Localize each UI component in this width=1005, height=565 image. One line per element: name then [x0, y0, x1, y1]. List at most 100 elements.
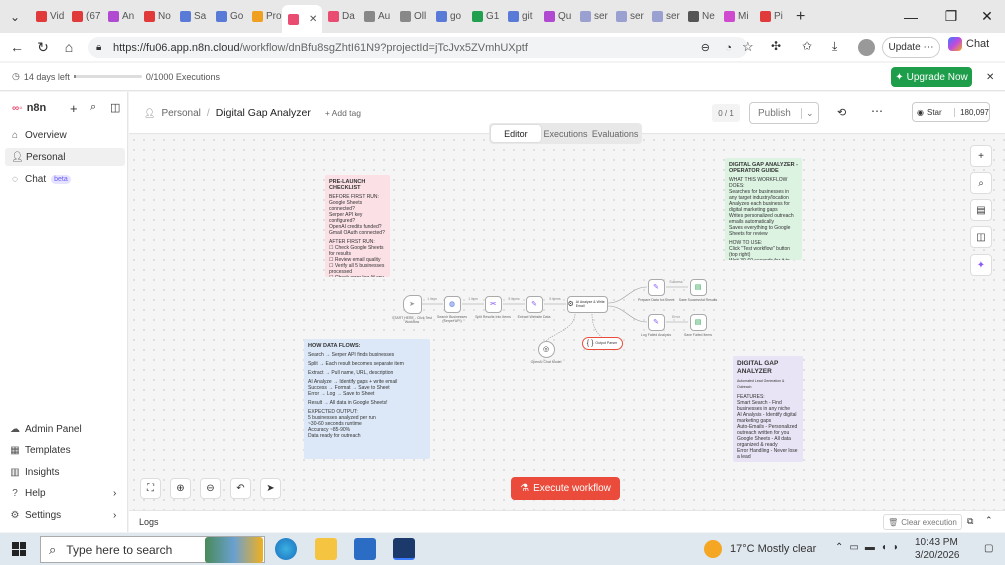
search-highlight-image[interactable]: [205, 537, 263, 563]
panel-icon[interactable]: ◫: [970, 226, 992, 248]
more-options-icon[interactable]: ⋯: [871, 104, 883, 118]
minimize-button[interactable]: —: [891, 0, 931, 33]
expand-logs-icon[interactable]: ⌃: [985, 515, 993, 526]
browser-tab[interactable]: git: [502, 5, 538, 29]
app-icon[interactable]: [393, 538, 415, 560]
update-button[interactable]: Update ⋯: [882, 37, 940, 58]
new-tab-button[interactable]: +: [796, 8, 805, 26]
favorite-star-icon[interactable]: ☆: [742, 39, 754, 55]
extensions-icon[interactable]: ✣: [771, 39, 781, 53]
downloads-icon[interactable]: ⤓: [832, 39, 837, 54]
browser-tab[interactable]: Go: [210, 5, 246, 29]
workflow-node[interactable]: ➤: [402, 294, 422, 314]
browser-tab[interactable]: Sa: [174, 5, 210, 29]
workflow-node[interactable]: ✎: [525, 295, 543, 313]
workflow-node[interactable]: { } Output Parser: [581, 336, 623, 350]
browser-tab[interactable]: ✕: [282, 5, 322, 33]
browser-tab[interactable]: An: [102, 5, 138, 29]
workflow-node[interactable]: ▤: [689, 278, 707, 296]
browser-tab[interactable]: Da: [322, 5, 358, 29]
add-icon[interactable]: +: [70, 101, 78, 116]
workflow-name[interactable]: Digital Gap Analyzer: [216, 107, 311, 119]
browser-tab[interactable]: Mi: [718, 5, 754, 29]
copilot-chat-button[interactable]: Chat: [948, 37, 989, 51]
sidebar-item-templates[interactable]: ▦ Templates: [10, 442, 70, 460]
fit-view-icon[interactable]: ⛶: [140, 478, 161, 499]
search-icon[interactable]: ⌕: [90, 101, 96, 114]
browser-tab[interactable]: No: [138, 5, 174, 29]
add-node-icon[interactable]: +: [970, 145, 992, 167]
weather-icon[interactable]: [704, 540, 722, 558]
sidebar-item-help[interactable]: ? Help ›: [10, 485, 116, 503]
sticky-note-icon[interactable]: ▤: [970, 199, 992, 221]
back-button[interactable]: ←: [4, 39, 30, 55]
store-icon[interactable]: [354, 538, 376, 560]
browser-tab[interactable]: ser: [574, 5, 610, 29]
browser-tab[interactable]: ser: [610, 5, 646, 29]
clock-date[interactable]: 3/20/2026: [915, 550, 960, 561]
history-icon[interactable]: ⟲: [837, 106, 846, 119]
sticky-analyzer[interactable]: DIGITAL GAP ANALYZER Automated Lead Gene…: [733, 356, 803, 462]
browser-tab[interactable]: Au: [358, 5, 394, 29]
version-indicator[interactable]: 0 / 1: [712, 104, 740, 122]
browser-tab[interactable]: Pi: [754, 5, 790, 29]
select-tool-icon[interactable]: ➤: [260, 478, 281, 499]
restore-button[interactable]: ❐: [931, 0, 971, 33]
zoom-in-icon[interactable]: ⊕: [170, 478, 191, 499]
publish-chevron-icon[interactable]: ⌄: [800, 107, 818, 119]
execute-workflow-button[interactable]: ⚗︎ Execute workflow: [511, 477, 620, 500]
sticky-dataflow[interactable]: HOW DATA FLOWS: Search → Serper API find…: [304, 339, 430, 459]
profile-avatar[interactable]: [858, 39, 875, 56]
reader-icon[interactable]: ◔: [725, 42, 732, 54]
windows-start-icon[interactable]: [12, 542, 26, 556]
close-banner-icon[interactable]: ✕: [986, 72, 994, 83]
tab-executions[interactable]: Executions: [541, 125, 591, 142]
browser-tab[interactable]: ser: [646, 5, 682, 29]
sticky-guide[interactable]: DIGITAL GAP ANALYZER - OPERATOR GUIDE WH…: [725, 158, 802, 260]
sidebar-item-settings[interactable]: ⚙︎ Settings ›: [10, 506, 117, 524]
publish-button[interactable]: Publish ⌄: [749, 102, 819, 124]
weather-text[interactable]: 17°C Mostly clear: [730, 543, 816, 555]
tab-editor[interactable]: Editor: [491, 125, 541, 142]
sidebar-item-insights[interactable]: ▥ Insights: [10, 463, 59, 481]
edge-icon[interactable]: [275, 538, 297, 560]
workflow-node[interactable]: ✎: [647, 278, 665, 296]
sidebar-item-personal[interactable]: 👤︎ Personal: [5, 148, 125, 166]
browser-tab[interactable]: Pro: [246, 5, 282, 29]
sticky-checklist[interactable]: PRE-LAUNCH CHECKLIST BEFORE FIRST RUN: Go…: [325, 175, 390, 277]
clock-time[interactable]: 10:43 PM: [915, 537, 958, 548]
close-tab-icon[interactable]: ✕: [309, 14, 317, 25]
workflow-node[interactable]: ⚙︎ AI Analyze & Write Email: [566, 295, 608, 313]
tab-evaluations[interactable]: Evaluations: [590, 125, 640, 142]
refresh-button[interactable]: ↻: [30, 39, 56, 56]
workflow-node[interactable]: ⫘: [484, 295, 502, 313]
browser-tab[interactable]: Oll: [394, 5, 430, 29]
zoom-icon[interactable]: ⊖: [701, 41, 710, 54]
logs-bar[interactable]: Logs 🗑︎ Clear execution ⧉ ⌃: [129, 510, 1005, 532]
github-star-button[interactable]: ◉ Star 180,097: [912, 102, 990, 122]
logs-title[interactable]: Logs: [139, 517, 159, 527]
sidebar-item-overview[interactable]: ⌂ Overview: [10, 126, 67, 144]
browser-tab[interactable]: (67: [66, 5, 102, 29]
clear-execution-button[interactable]: 🗑︎ Clear execution: [883, 514, 962, 530]
tab-actions-chevron-icon[interactable]: ⌄: [0, 10, 30, 24]
workflow-node[interactable]: ▤: [689, 313, 707, 331]
canvas-search-icon[interactable]: ⌕: [970, 172, 992, 194]
url-input[interactable]: 🔒︎ https://fu06.app.n8n.cloud/workflow/d…: [88, 37, 748, 58]
undo-icon[interactable]: ↶: [230, 478, 251, 499]
browser-tab[interactable]: Ne: [682, 5, 718, 29]
browser-tab[interactable]: Vid: [30, 5, 66, 29]
browser-tab[interactable]: go: [430, 5, 466, 29]
sidebar-item-chat[interactable]: ◌ Chat beta: [10, 170, 71, 188]
notification-icon[interactable]: ▢: [984, 543, 993, 554]
popout-icon[interactable]: ⧉: [967, 516, 973, 527]
sidebar-item-admin-panel[interactable]: ☁︎ Admin Panel: [10, 420, 82, 438]
add-tag-link[interactable]: + Add tag: [325, 108, 361, 118]
favorites-icon[interactable]: ✩: [802, 39, 812, 53]
ai-assistant-icon[interactable]: ✦: [970, 254, 992, 276]
upgrade-now-button[interactable]: ✦ Upgrade Now: [891, 67, 972, 87]
file-explorer-icon[interactable]: [315, 538, 337, 560]
browser-tab[interactable]: G1: [466, 5, 502, 29]
home-icon[interactable]: ⌂: [56, 39, 82, 55]
tray-icons[interactable]: ⌃▭▬◖◗: [835, 542, 905, 553]
